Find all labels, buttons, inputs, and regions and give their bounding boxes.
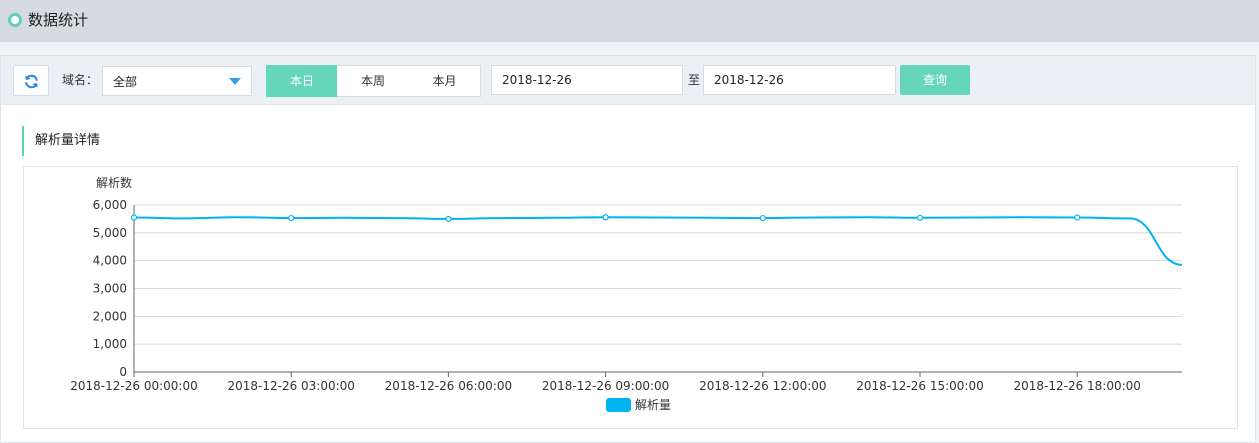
- data-point: [602, 214, 609, 221]
- end-date-input[interactable]: 2018-12-26: [703, 65, 896, 95]
- domain-select[interactable]: 全部: [102, 66, 252, 96]
- data-point: [130, 214, 138, 221]
- resolution-chart: 0 1,000 2,000 3,000 4,000 5,000 6,000 2018-12-2…: [23, 166, 1238, 429]
- domain-select-value: 全部: [113, 75, 138, 89]
- filter-toolbar: 域名： 全部 本日 本周 本月 2018-12-26 至 2018-12-26 …: [1, 56, 1255, 105]
- tab-this-week[interactable]: 本周: [337, 65, 410, 97]
- refresh-icon: [25, 74, 38, 89]
- y-tick-label: 6,000: [93, 198, 127, 212]
- y-tick-label: 0: [119, 365, 127, 379]
- y-tick-label: 2,000: [93, 309, 127, 323]
- legend-swatch: [606, 398, 631, 412]
- page-title: 数据统计: [28, 11, 89, 29]
- line-chart-svg: 0 1,000 2,000 3,000 4,000 5,000 6,000 2018-12-2…: [70, 175, 1183, 393]
- tab-today[interactable]: 本日: [266, 65, 338, 97]
- query-button[interactable]: 查询: [900, 65, 970, 95]
- data-point: [916, 214, 924, 221]
- y-tick-label: 1,000: [93, 337, 127, 351]
- x-tick-label: 2018-12-26 12:00:00: [699, 379, 826, 393]
- x-tick-label: 2018-12-26 18:00:00: [1013, 379, 1140, 393]
- refresh-button[interactable]: [13, 65, 49, 96]
- chevron-down-icon: [229, 78, 241, 85]
- start-date-input[interactable]: 2018-12-26: [491, 65, 683, 95]
- data-point: [1074, 214, 1081, 221]
- y-tick-label: 3,000: [93, 282, 127, 296]
- status-ring-icon: [8, 13, 22, 27]
- legend-label: 解析量: [635, 398, 672, 412]
- y-axis-title: 解析数: [96, 175, 132, 190]
- x-tick-label: 2018-12-26 00:00:00: [70, 379, 197, 393]
- page-header: 数据统计: [0, 0, 1259, 42]
- domain-label: 域名：: [62, 73, 99, 87]
- y-tick-label: 4,000: [93, 254, 127, 268]
- x-tick-label: 2018-12-26 09:00:00: [542, 379, 669, 393]
- section-title: 解析量详情: [22, 126, 100, 156]
- x-tick-label: 2018-12-26 15:00:00: [856, 379, 983, 393]
- tab-this-month[interactable]: 本月: [409, 65, 481, 97]
- date-range-separator: 至: [688, 73, 701, 87]
- x-tick-label: 2018-12-26 06:00:00: [385, 379, 512, 393]
- x-tick-label: 2018-12-26 03:00:00: [227, 379, 354, 393]
- data-point: [445, 215, 452, 223]
- series-line: [133, 216, 1183, 266]
- stats-panel: 域名： 全部 本日 本周 本月 2018-12-26 至 2018-12-26 …: [0, 55, 1256, 443]
- data-point: [759, 214, 766, 222]
- y-tick-label: 5,000: [93, 226, 127, 240]
- data-point: [288, 214, 295, 222]
